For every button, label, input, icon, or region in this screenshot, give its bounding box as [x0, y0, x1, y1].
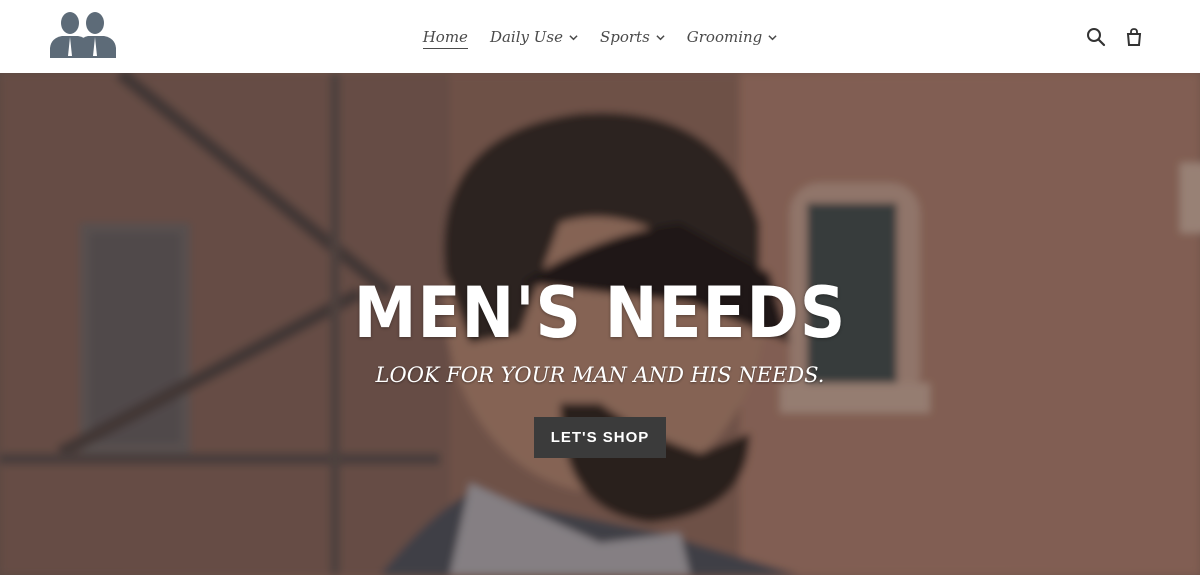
nav-daily-use-label: Daily Use: [489, 28, 563, 46]
chevron-down-icon: [656, 34, 665, 40]
main-nav: Home Daily Use Sports Grooming: [0, 24, 1200, 50]
cart-icon[interactable]: [1124, 27, 1144, 47]
hero-title: MEN'S NEEDS: [353, 272, 847, 354]
hero-content: MEN'S NEEDS LOOK FOR YOUR MAN AND HIS NE…: [0, 273, 1200, 458]
hero-banner: MEN'S NEEDS LOOK FOR YOUR MAN AND HIS NE…: [0, 73, 1200, 575]
chevron-down-icon: [768, 34, 777, 40]
hero-subtitle: LOOK FOR YOUR MAN AND HIS NEEDS.: [375, 363, 825, 387]
header-actions: [1086, 27, 1144, 47]
nav-grooming[interactable]: Grooming: [687, 24, 778, 50]
nav-grooming-label: Grooming: [686, 28, 763, 46]
nav-sports-label: Sports: [599, 28, 650, 46]
lets-shop-button[interactable]: LET'S SHOP: [533, 417, 667, 458]
nav-sports[interactable]: Sports: [600, 24, 665, 50]
nav-daily-use[interactable]: Daily Use: [490, 24, 578, 50]
site-header: Home Daily Use Sports Grooming: [0, 0, 1200, 73]
search-icon[interactable]: [1086, 27, 1106, 47]
nav-home-label: Home: [422, 26, 468, 49]
nav-home[interactable]: Home: [422, 24, 468, 50]
chevron-down-icon: [569, 34, 578, 40]
